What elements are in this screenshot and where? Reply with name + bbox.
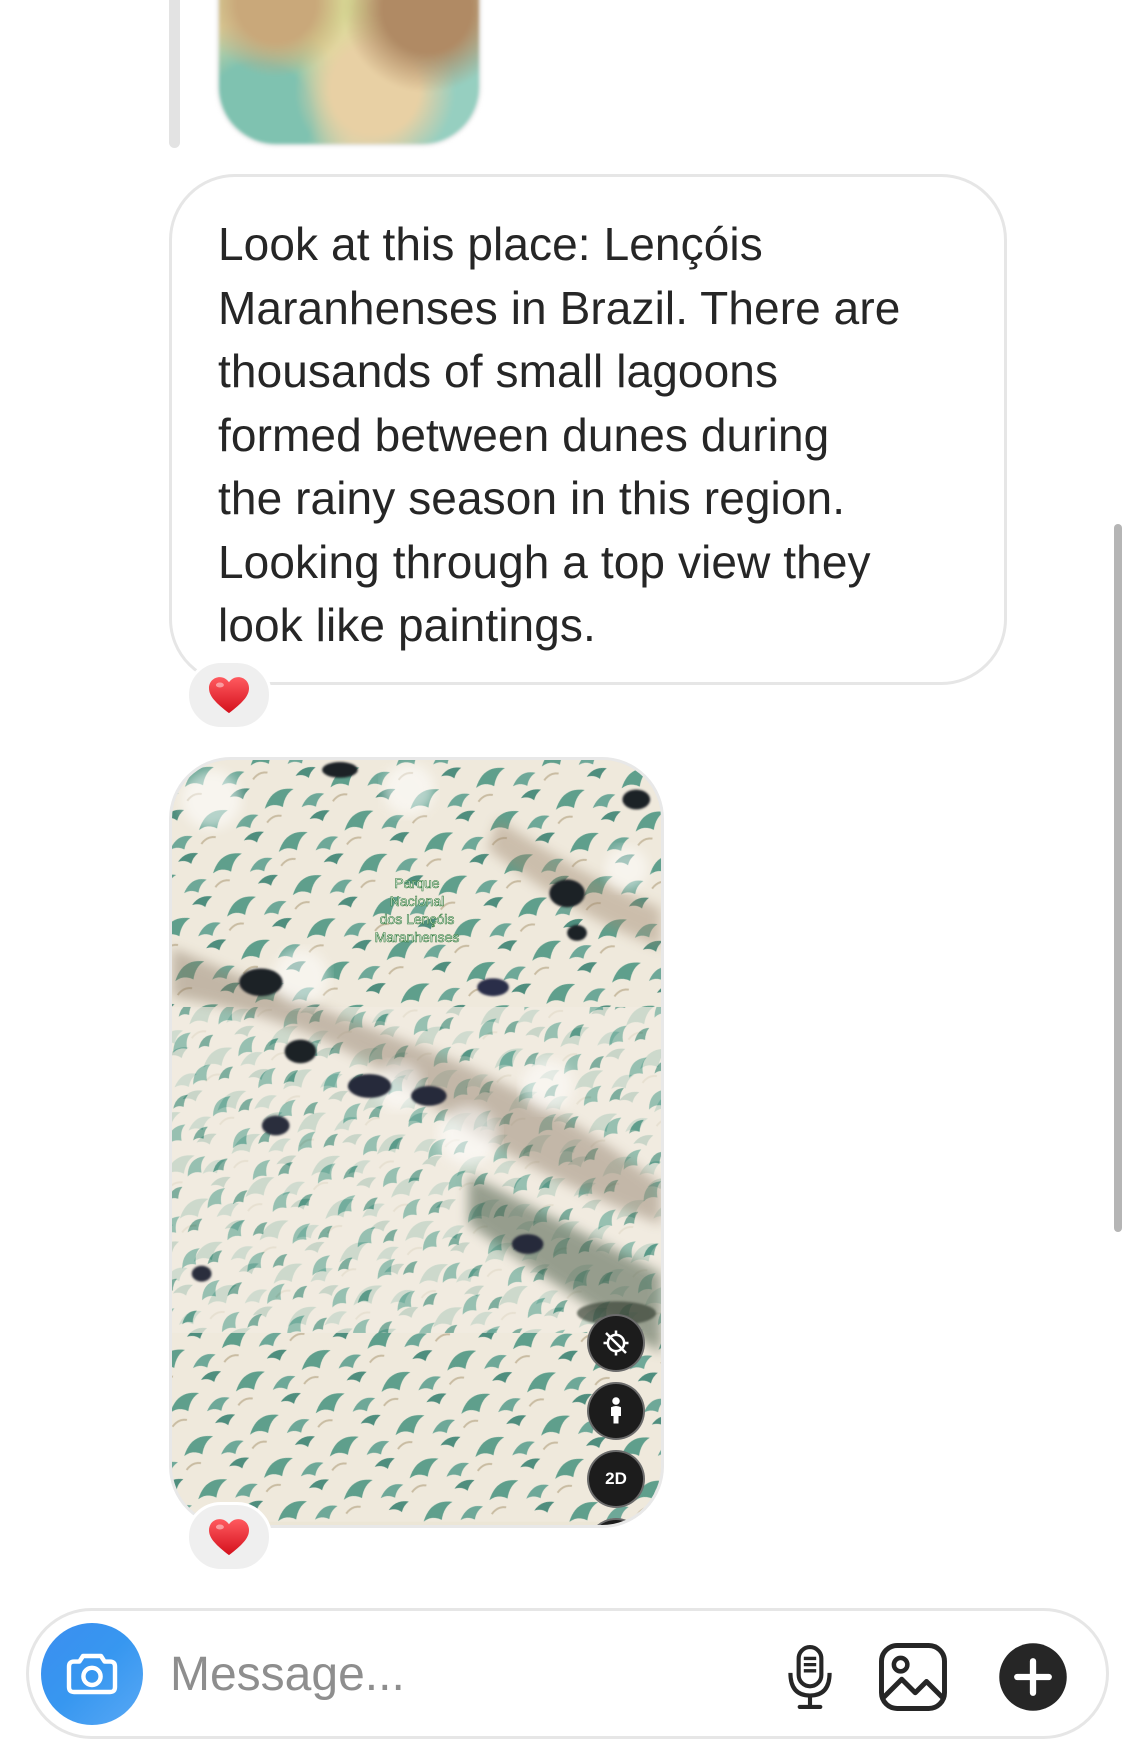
message-text: Look at this place: Lençóis Maranhenses … <box>218 218 901 651</box>
microphone-icon <box>788 1645 832 1709</box>
view-mode-label: 2D <box>605 1469 627 1488</box>
camera-icon <box>66 1653 118 1695</box>
voice-message-button[interactable] <box>774 1641 846 1713</box>
street-view-button[interactable] <box>587 1382 645 1440</box>
reply-thread-line <box>169 0 180 148</box>
view-mode-button[interactable]: 2D <box>587 1450 645 1508</box>
map-place-label: Parque Nacional dos Lençóis Maranhenses <box>374 875 460 946</box>
text-message-bubble[interactable]: Look at this place: Lençóis Maranhenses … <box>169 174 1007 685</box>
camera-button[interactable] <box>41 1623 143 1725</box>
heart-reaction[interactable] <box>186 1502 272 1572</box>
more-options-button[interactable] <box>997 1641 1069 1713</box>
message-composer <box>26 1608 1109 1739</box>
heart-reaction[interactable] <box>186 660 272 730</box>
gallery-icon <box>879 1643 947 1711</box>
message-input[interactable] <box>170 1641 730 1707</box>
scrollbar[interactable] <box>1114 524 1122 1232</box>
plus-icon <box>999 1643 1067 1711</box>
pegman-icon <box>611 1397 621 1424</box>
heart-icon <box>209 677 249 714</box>
compass-button[interactable] <box>587 1314 645 1372</box>
heart-icon <box>209 1519 249 1556</box>
previous-image-message[interactable] <box>216 0 482 147</box>
compass-disabled-icon <box>603 1330 629 1356</box>
image-message-bubble[interactable]: Parque Nacional dos Lençóis Maranhenses … <box>169 757 664 1528</box>
gallery-button[interactable] <box>877 1641 949 1713</box>
